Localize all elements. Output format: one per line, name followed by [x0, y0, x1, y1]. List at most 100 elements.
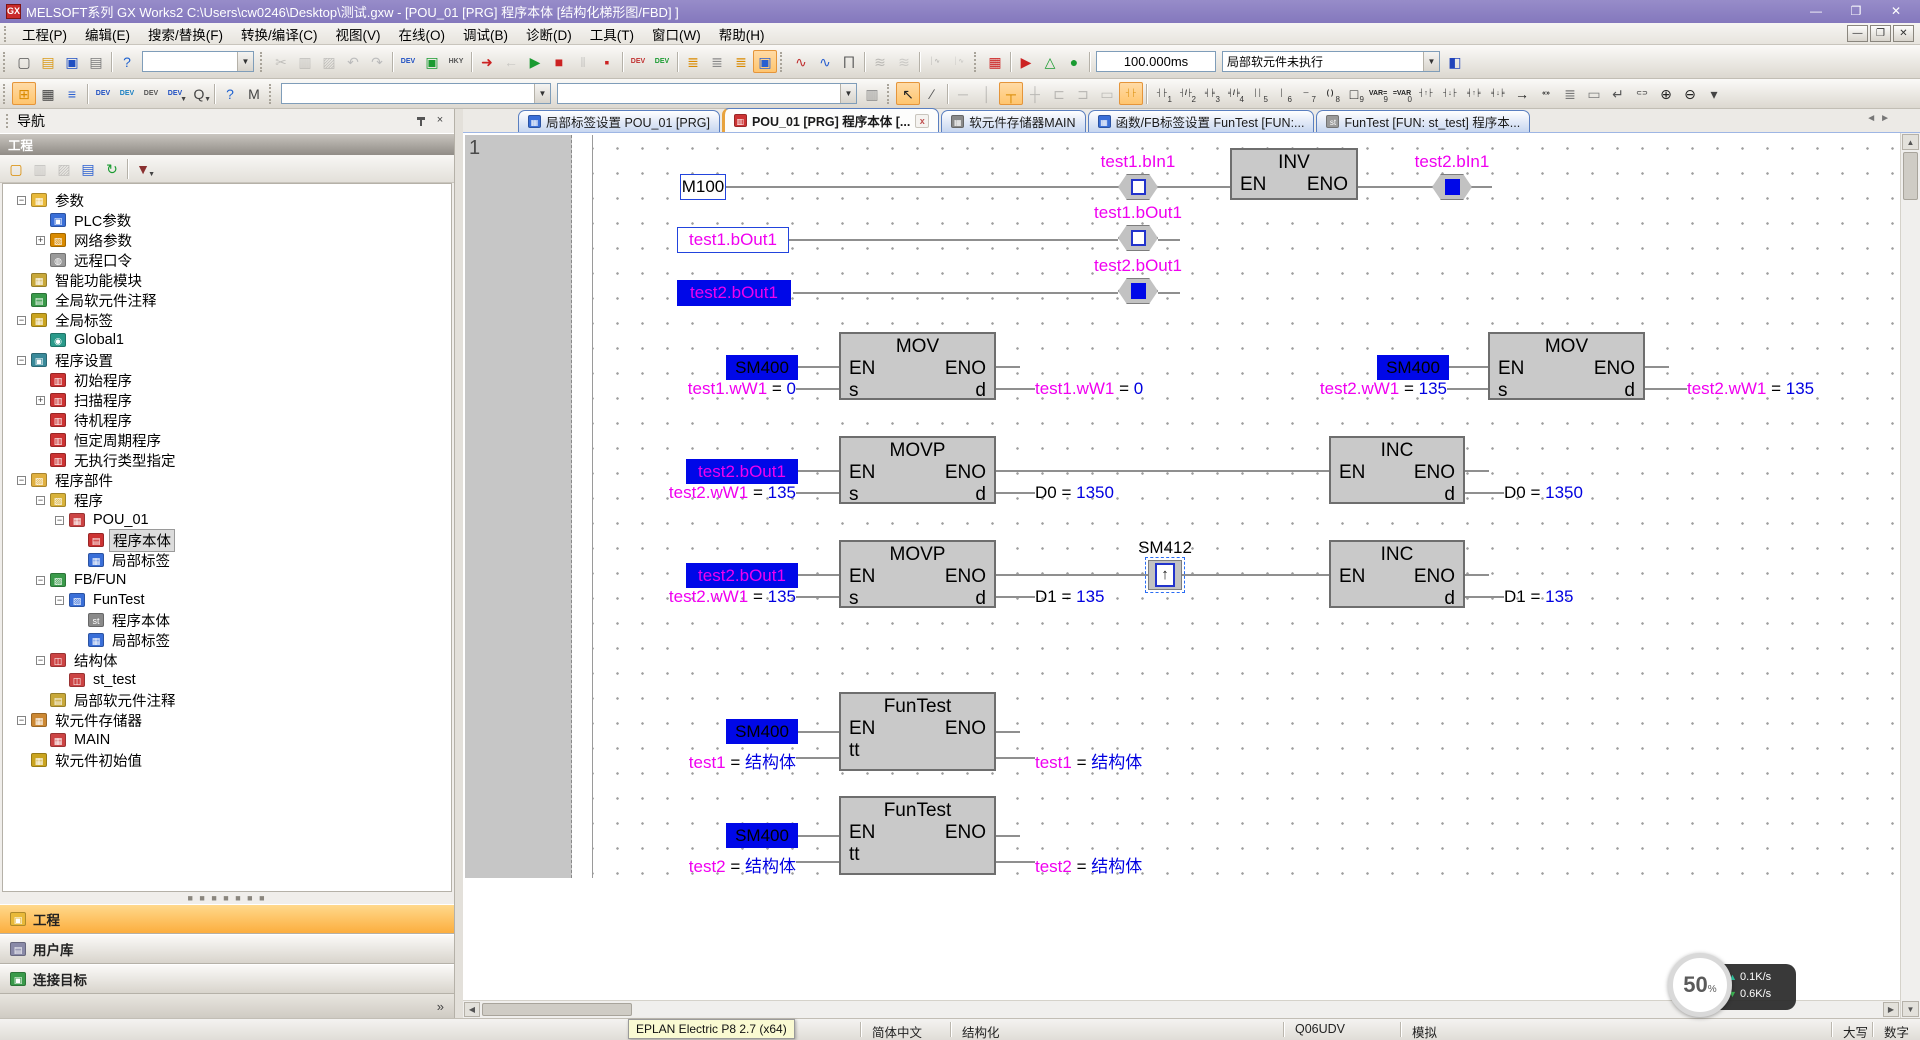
assignment-label[interactable]: D1 = 135: [1504, 587, 1573, 607]
menu-e[interactable]: 编辑(E): [76, 22, 139, 46]
tree-item-MAIN[interactable]: ▦MAIN: [3, 730, 451, 750]
monitor-start-icon[interactable]: ▶: [523, 50, 547, 73]
collapse-icon[interactable]: −: [17, 196, 26, 205]
monitor-stop-icon[interactable]: ■: [547, 50, 571, 73]
zoom-indicator[interactable]: 50 %: [1668, 953, 1732, 1017]
tab-scroll-left-icon[interactable]: ◄: [1866, 113, 1876, 124]
tree-item-软元件存储器[interactable]: −▦软元件存储器: [3, 710, 451, 730]
project-tree-view-icon[interactable]: ⊞: [12, 82, 36, 105]
watch-expression-combo-2[interactable]: ▼: [557, 83, 857, 104]
fbd-block-INC[interactable]: INCENENOd: [1329, 436, 1465, 504]
variable-box[interactable]: test1.bOut1: [677, 227, 789, 253]
tree-item-FunTest[interactable]: −▨FunTest: [3, 590, 451, 610]
watch-register-icon[interactable]: │∿: [923, 50, 947, 73]
toolbar-grip[interactable]: [3, 52, 9, 72]
collapse-icon[interactable]: −: [36, 576, 45, 585]
monitor-stop-all-icon[interactable]: ▪: [595, 50, 619, 73]
statement-icon[interactable]: ▭: [1582, 82, 1606, 105]
view-button-工程[interactable]: ▣工程: [0, 904, 454, 934]
rising-branch-icon[interactable]: ╡↑╞: [1462, 82, 1486, 105]
tree-item-st_test[interactable]: ◫st_test: [3, 670, 451, 690]
menu-b[interactable]: 调试(B): [454, 22, 517, 46]
simulation-icon[interactable]: ▦: [983, 50, 1007, 73]
wrap-line-icon[interactable]: ⊂⊃: [1630, 82, 1654, 105]
view-splitter-dots[interactable]: ■ ■ ■ ■ ■ ■ ■: [0, 892, 454, 904]
tree-item-程序设置[interactable]: −▣程序设置: [3, 350, 451, 370]
close-button[interactable]: ✕: [1876, 1, 1916, 22]
variable-box[interactable]: SM400: [726, 355, 798, 380]
collapse-icon[interactable]: −: [17, 356, 26, 365]
cross-reference-icon[interactable]: M: [242, 82, 266, 105]
tree-item-全局软元件注释[interactable]: ▤全局软元件注释: [3, 290, 451, 310]
operand-icon[interactable]: «»: [1534, 82, 1558, 105]
toolbar-grip[interactable]: [974, 52, 980, 72]
tab-局部标签设置 POU_0[interactable]: ▦局部标签设置 POU_01 [PRG]: [518, 110, 720, 132]
assignment-label[interactable]: test2.wW1 = 135: [669, 587, 796, 607]
contact-open-icon[interactable]: ┤├1: [1150, 82, 1174, 105]
scroll-left-icon[interactable]: ◀: [464, 1002, 480, 1017]
zoom-out-icon[interactable]: ⊖: [1678, 82, 1702, 105]
device-test-icon[interactable]: HKY: [444, 50, 468, 73]
tree-item-结构体[interactable]: −◫结构体: [3, 650, 451, 670]
assignment-label[interactable]: test2 = 结构体: [689, 852, 796, 877]
device-comment-list-icon[interactable]: DEV: [91, 82, 115, 105]
refresh-view-icon[interactable]: ↻: [100, 157, 124, 180]
toolbar-grip[interactable]: [780, 52, 786, 72]
tree-item-无执行类型指定[interactable]: ▥无执行类型指定: [3, 450, 451, 470]
more-tools-icon[interactable]: ▾: [1702, 82, 1726, 105]
assignment-label[interactable]: test1.wW1 = 0: [688, 379, 796, 399]
scroll-right-icon[interactable]: ▶: [1883, 1002, 1899, 1017]
fbd-block-FunTest[interactable]: FunTestENENOtt: [839, 692, 996, 771]
toolbar-grip[interactable]: [269, 84, 275, 104]
menu-f[interactable]: 搜索/替换(F): [139, 22, 232, 46]
open-project-icon[interactable]: ▤: [36, 50, 60, 73]
menu-t[interactable]: 工具(T): [581, 22, 643, 46]
wire-vertical-icon[interactable]: │: [975, 82, 999, 105]
mdi-close-button[interactable]: ✕: [1893, 25, 1914, 42]
navigation-close-icon[interactable]: ×: [432, 113, 448, 129]
menu-grip[interactable]: [4, 26, 9, 42]
tree-item-局部标签[interactable]: ▦局部标签: [3, 630, 451, 650]
tree-item-网络参数[interactable]: +▧网络参数: [3, 230, 451, 250]
data-properties-icon[interactable]: ▤: [76, 157, 100, 180]
horizontal-scroll-thumb[interactable]: [482, 1003, 632, 1016]
rising-edge-contact[interactable]: ↑: [1148, 560, 1182, 590]
tree-item-初始程序[interactable]: ▥初始程序: [3, 370, 451, 390]
fbd-block-FunTest[interactable]: FunTestENENOtt: [839, 796, 996, 875]
tree-item-FB/FUN[interactable]: −▨FB/FUN: [3, 570, 451, 590]
fbd-block-MOV[interactable]: MOVENENOsd: [839, 332, 996, 400]
chevron-down-icon[interactable]: ▼: [840, 84, 856, 103]
read-from-plc-icon[interactable]: ←: [499, 50, 523, 73]
falling-contact-icon[interactable]: ┤↓├: [1438, 82, 1462, 105]
menu-o[interactable]: 在线(O): [390, 22, 455, 46]
maximize-button[interactable]: ❐: [1836, 1, 1876, 22]
tab-软元件存储器MAIN[interactable]: ▦软元件存储器MAIN: [941, 110, 1085, 132]
expand-icon[interactable]: +: [36, 396, 45, 405]
contact-open-branch-icon[interactable]: ╡╞3: [1198, 82, 1222, 105]
new-data-icon[interactable]: ▢: [4, 157, 28, 180]
menu-h[interactable]: 帮助(H): [710, 22, 774, 46]
assignment-label[interactable]: test2 = 结构体: [1035, 852, 1142, 877]
minimize-button[interactable]: —: [1796, 1, 1836, 22]
fbd-canvas[interactable]: 1 INVENENOMOVENENOsdMOVENENOsdMOVPENENOs…: [463, 133, 1894, 998]
redo-icon[interactable]: ↷: [365, 50, 389, 73]
collapse-icon[interactable]: −: [17, 716, 26, 725]
watch-delete-icon[interactable]: │∿: [947, 50, 971, 73]
panel-splitter[interactable]: [455, 109, 463, 1018]
tab-FunTest [FUN[interactable]: stFunTest [FUN: st_test] 程序本...: [1316, 110, 1530, 132]
assignment-label[interactable]: test1 = 结构体: [1035, 748, 1142, 773]
help-icon[interactable]: ?: [115, 50, 139, 73]
exec-condition-setting-icon[interactable]: ◧: [1443, 50, 1467, 73]
print-icon[interactable]: ▤: [84, 50, 108, 73]
tree-item-全局标签[interactable]: −▦全局标签: [3, 310, 451, 330]
trace-setting-icon[interactable]: ∿: [789, 50, 813, 73]
variable-box[interactable]: SM400: [726, 823, 798, 848]
copy-icon[interactable]: ▥: [293, 50, 317, 73]
view-button-连接目标[interactable]: ▣连接目标: [0, 964, 454, 994]
tree-item-恒定周期程序[interactable]: ▥恒定周期程序: [3, 430, 451, 450]
input-label-icon[interactable]: VAR=9: [1366, 82, 1390, 105]
assignment-label[interactable]: test2.wW1 = 135: [1320, 379, 1447, 399]
collapse-icon[interactable]: −: [36, 656, 45, 665]
wire-horizontal-icon[interactable]: ─: [951, 82, 975, 105]
guided-mode-icon[interactable]: ▭: [1095, 82, 1119, 105]
